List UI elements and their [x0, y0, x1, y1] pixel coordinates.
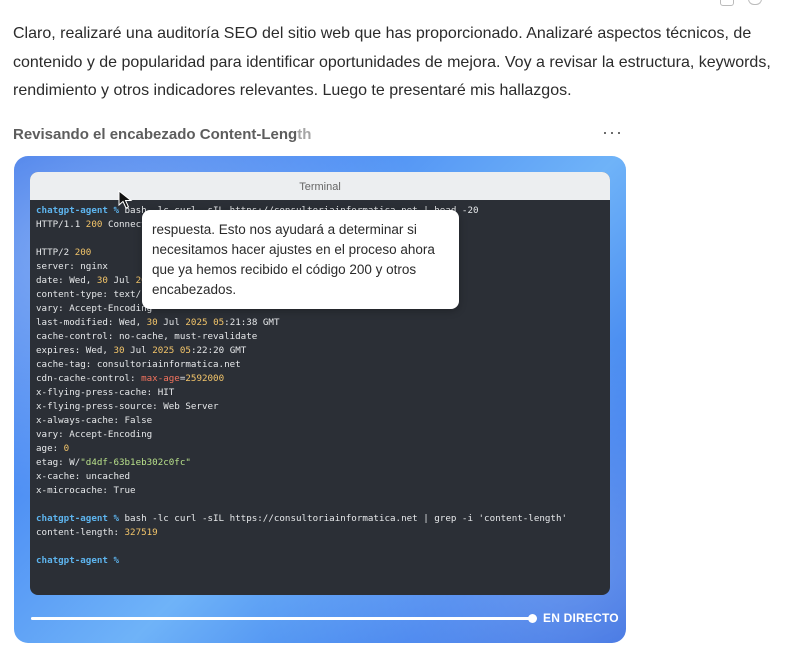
terminal-text: Jul	[124, 345, 153, 356]
terminal-text: Jul	[107, 275, 136, 286]
terminal-text: cdn-cache-control:	[36, 373, 142, 384]
more-horizontal-icon[interactable]: ···	[602, 122, 623, 143]
terminal-text: content-length:	[36, 527, 125, 538]
terminal-line: last-modified: Wed, 30 Jul 2025 05:21:38…	[36, 316, 610, 330]
like-icon[interactable]	[748, 0, 762, 5]
terminal-text: cache-control: no-cache, must-revalidate	[36, 331, 258, 342]
terminal-number: 30	[96, 275, 108, 286]
terminal-text: date: Wed,	[36, 275, 97, 286]
terminal-line: cdn-cache-control: max-age=2592000	[36, 372, 610, 386]
terminal-number: 200	[85, 219, 103, 230]
mouse-pointer-icon	[118, 190, 133, 209]
terminal-text: HTTP/1.1	[36, 219, 86, 230]
terminal-line: vary: Accept-Encoding	[36, 428, 610, 442]
playback-progress-fill	[31, 617, 534, 620]
terminal-number: 2025	[152, 345, 175, 356]
terminal-command: bash -lc curl -sIL https://consultoriain…	[118, 513, 568, 524]
terminal-number: 30	[146, 317, 158, 328]
terminal-prompt: chatgpt-agent %	[36, 205, 119, 216]
terminal-text: HTTP/2	[36, 247, 75, 258]
terminal-line: chatgpt-agent % bash -lc curl -sIL https…	[36, 512, 610, 526]
terminal-line: age: 0	[36, 442, 610, 456]
agent-screen-viewer: Terminal chatgpt-agent % bash -lc curl -…	[14, 156, 626, 643]
terminal-text: cache-tag: consultoriainformatica.net	[36, 359, 241, 370]
terminal-text: :22:20 GMT	[190, 345, 247, 356]
terminal-line: cache-control: no-cache, must-revalidate	[36, 330, 610, 344]
terminal-directive: max-age	[141, 373, 180, 384]
terminal-string: "d4df-63b1eb302c0fc"	[80, 457, 191, 468]
step-title-fade: th	[297, 126, 312, 143]
terminal-line: x-always-cache: False	[36, 414, 610, 428]
terminal-text: :21:38 GMT	[224, 317, 280, 328]
step-title: Revisando el encabezado Content-Length	[13, 126, 311, 143]
playback-progress-bar[interactable]	[31, 617, 534, 620]
terminal-text: server: nginx	[36, 261, 108, 272]
step-title-main: Revisando el encabezado Content-Leng	[13, 126, 298, 143]
live-indicator[interactable]: EN DIRECTO	[543, 611, 619, 625]
terminal-line: x-cache: uncached	[36, 470, 610, 484]
terminal-line: x-flying-press-cache: HIT	[36, 386, 610, 400]
terminal-text: vary: Accept-Encoding	[36, 429, 153, 440]
terminal-text: Jul	[157, 317, 186, 328]
terminal-number: 327519	[124, 527, 158, 538]
terminal-line: x-microcache: True	[36, 484, 610, 498]
terminal-line: cache-tag: consultoriainformatica.net	[36, 358, 610, 372]
terminal-text: x-always-cache: False	[36, 415, 153, 426]
terminal-line: expires: Wed, 30 Jul 2025 05:22:20 GMT	[36, 344, 610, 358]
terminal-number: 0	[63, 443, 70, 454]
agent-thought-tooltip: respuesta. Esto nos ayudará a determinar…	[142, 210, 459, 309]
terminal-text: last-modified: Wed,	[36, 317, 147, 328]
step-header: Revisando el encabezado Content-Length ·…	[13, 122, 623, 146]
terminal-text: etag: W/	[36, 457, 81, 468]
terminal-number: 2592000	[185, 373, 225, 384]
terminal-prompt: chatgpt-agent %	[36, 555, 119, 566]
playback-progress-handle[interactable]	[528, 614, 537, 623]
message-action-icons	[720, 0, 770, 6]
terminal-number: 2025	[185, 317, 208, 328]
terminal-text: vary: Accept-Encoding	[36, 303, 153, 314]
copy-icon[interactable]	[720, 0, 734, 6]
assistant-message: Claro, realizaré una auditoría SEO del s…	[13, 25, 771, 99]
terminal-prompt: chatgpt-agent %	[36, 513, 119, 524]
terminal-line: etag: W/"d4df-63b1eb302c0fc"	[36, 456, 610, 470]
terminal-number: 30	[113, 345, 125, 356]
terminal-text: x-flying-press-source: Web Server	[36, 401, 219, 412]
terminal-text: expires: Wed,	[36, 345, 114, 356]
terminal-text: x-microcache: True	[36, 485, 136, 496]
terminal-text: age:	[36, 443, 64, 454]
terminal-line: x-flying-press-source: Web Server	[36, 400, 610, 414]
terminal-number: 05	[179, 345, 191, 356]
terminal-text: x-flying-press-cache: HIT	[36, 387, 175, 398]
terminal-title: Terminal	[30, 172, 610, 200]
terminal-text: x-cache: uncached	[36, 471, 131, 482]
terminal-line: content-length: 327519	[36, 526, 610, 540]
terminal-number: 05	[213, 317, 225, 328]
terminal-number: 200	[74, 247, 92, 258]
terminal-line: chatgpt-agent %	[36, 554, 610, 568]
